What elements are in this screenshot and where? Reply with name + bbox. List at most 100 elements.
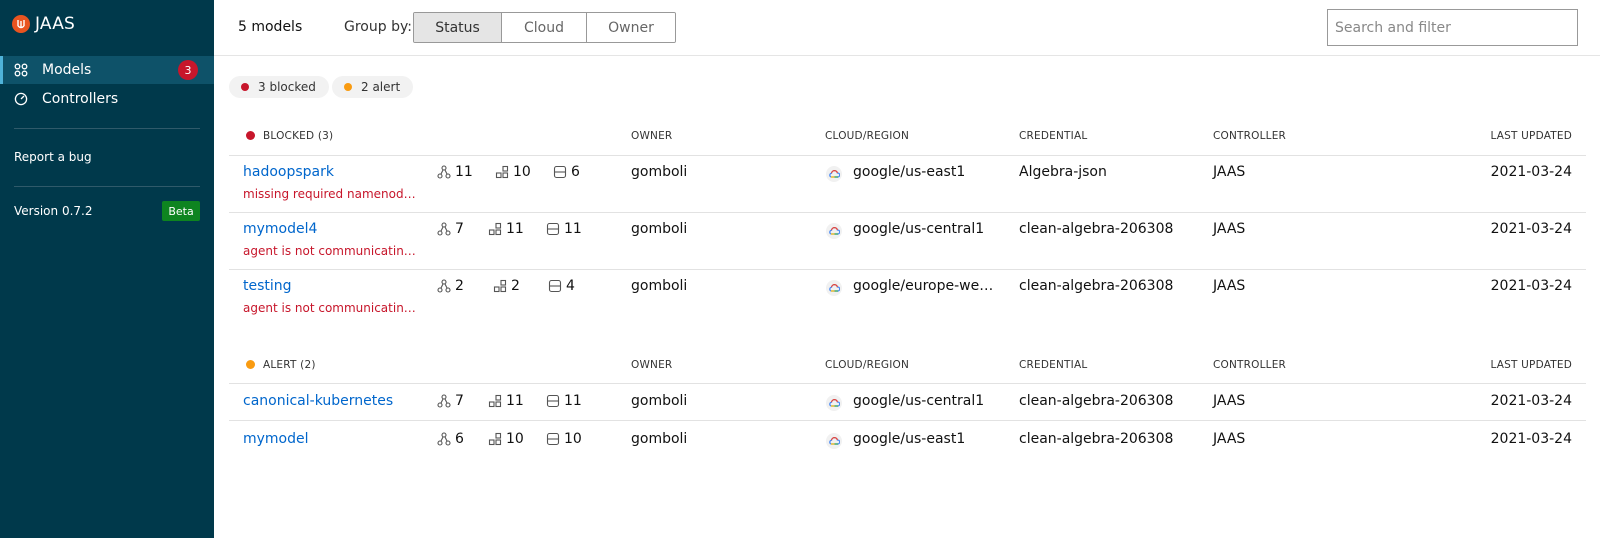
machines-icon [546, 432, 560, 446]
column-header-last-updated[interactable]: LAST UPDATED [1440, 359, 1572, 371]
units-value: 10 [513, 164, 531, 180]
alert-filter-chip[interactable]: 2 alert [332, 76, 414, 98]
group-header-blocked: BLOCKED (3) [246, 130, 333, 142]
machines-count: 4 [548, 278, 575, 294]
model-name-link[interactable]: testing [243, 278, 292, 294]
machines-count: 11 [546, 393, 582, 409]
units-value: 2 [511, 278, 520, 294]
units-icon [488, 394, 502, 408]
row-divider [229, 269, 1586, 270]
sidebar-divider [14, 186, 200, 187]
applications-value: 2 [455, 278, 464, 294]
model-name-link[interactable]: mymodel [243, 431, 309, 447]
last-updated-cell: 2021-03-24 [1490, 221, 1572, 237]
models-icon [14, 63, 28, 77]
chip-label: 3 blocked [258, 80, 316, 94]
row-divider [229, 420, 1586, 421]
column-header-credential[interactable]: CREDENTIAL [1019, 130, 1087, 142]
applications-icon [437, 279, 451, 293]
sidebar-divider [14, 128, 200, 129]
machines-value: 10 [564, 431, 582, 447]
group-title: ALERT (2) [263, 359, 316, 371]
cloud-region-cell: google/us-east1 [853, 431, 966, 447]
owner-cell: gomboli [631, 164, 688, 180]
applications-count: 2 [437, 278, 464, 294]
google-cloud-icon [826, 166, 842, 182]
last-updated-cell: 2021-03-24 [1490, 278, 1572, 294]
units-value: 11 [506, 393, 524, 409]
column-header-cloud[interactable]: CLOUD/REGION [825, 359, 909, 371]
controller-cell: JAAS [1213, 278, 1246, 294]
units-icon [488, 222, 502, 236]
sidebar-item-label: Models [42, 62, 92, 78]
alert-status-dot [344, 83, 352, 91]
units-count: 11 [488, 393, 524, 409]
applications-count: 7 [437, 393, 464, 409]
owner-cell: gomboli [631, 221, 688, 237]
units-icon [495, 165, 509, 179]
group-by-cloud-button[interactable]: Cloud [502, 13, 587, 42]
beta-badge: Beta [162, 201, 200, 221]
units-icon [488, 432, 502, 446]
cloud-region-cell: google/us-central1 [853, 393, 985, 409]
units-count: 10 [488, 431, 524, 447]
table-divider [229, 155, 1586, 156]
column-header-credential[interactable]: CREDENTIAL [1019, 359, 1087, 371]
blocked-filter-chip[interactable]: 3 blocked [229, 76, 329, 98]
applications-icon [437, 222, 451, 236]
group-by-status-button[interactable]: Status [414, 13, 502, 42]
google-cloud-icon [826, 395, 842, 411]
model-name-link[interactable]: hadoopspark [243, 164, 334, 180]
applications-value: 7 [455, 393, 464, 409]
column-header-controller[interactable]: CONTROLLER [1213, 359, 1286, 371]
google-cloud-icon [826, 223, 842, 239]
controllers-icon [14, 92, 28, 106]
cloud-region-cell: google/us-central1 [853, 221, 985, 237]
model-name-link[interactable]: canonical-kubernetes [243, 393, 393, 409]
column-header-last-updated[interactable]: LAST UPDATED [1440, 130, 1572, 142]
model-status-message: agent is not communicatin… [243, 301, 416, 315]
table-divider [229, 383, 1586, 384]
column-header-controller[interactable]: CONTROLLER [1213, 130, 1286, 142]
model-name-link[interactable]: mymodel4 [243, 221, 317, 237]
last-updated-cell: 2021-03-24 [1490, 164, 1572, 180]
sidebar-item-models[interactable]: Models 3 [0, 56, 214, 84]
last-updated-cell: 2021-03-24 [1490, 431, 1572, 447]
units-icon [493, 279, 507, 293]
search-input[interactable] [1327, 9, 1578, 46]
credential-cell: clean-algebra-206308 [1019, 221, 1174, 237]
credential-cell: clean-algebra-206308 [1019, 278, 1174, 294]
cloud-region-cell: google/us-east1 [853, 164, 966, 180]
model-status-message: missing required namenod… [243, 187, 416, 201]
applications-value: 6 [455, 431, 464, 447]
last-updated-cell: 2021-03-24 [1490, 393, 1572, 409]
report-bug-link[interactable]: Report a bug [14, 150, 92, 164]
applications-icon [437, 165, 451, 179]
units-count: 11 [488, 221, 524, 237]
owner-cell: gomboli [631, 431, 688, 447]
applications-value: 11 [455, 164, 473, 180]
jaas-logo[interactable]: JAAS [12, 14, 75, 34]
chip-label: 2 alert [361, 80, 401, 94]
sidebar-item-label: Controllers [42, 91, 119, 107]
group-by-owner-button[interactable]: Owner [587, 13, 675, 42]
sidebar-item-controllers[interactable]: Controllers [0, 85, 214, 113]
group-by-toggle: Status Cloud Owner [413, 12, 676, 43]
column-header-owner[interactable]: OWNER [631, 359, 672, 371]
column-header-owner[interactable]: OWNER [631, 130, 672, 142]
group-by-label: Group by: [344, 19, 412, 35]
group-title: BLOCKED (3) [263, 130, 334, 142]
credential-cell: clean-algebra-206308 [1019, 393, 1174, 409]
machines-icon [546, 222, 560, 236]
google-cloud-icon [826, 280, 842, 296]
column-header-cloud[interactable]: CLOUD/REGION [825, 130, 909, 142]
machines-value: 4 [566, 278, 575, 294]
row-divider [229, 212, 1586, 213]
controller-cell: JAAS [1213, 393, 1246, 409]
header: 5 models Group by: Status Cloud Owner [214, 0, 1600, 56]
units-count: 10 [495, 164, 531, 180]
controller-cell: JAAS [1213, 431, 1246, 447]
group-header-alert: ALERT (2) [246, 359, 316, 371]
model-count: 5 models [238, 19, 303, 35]
applications-count: 11 [437, 164, 473, 180]
